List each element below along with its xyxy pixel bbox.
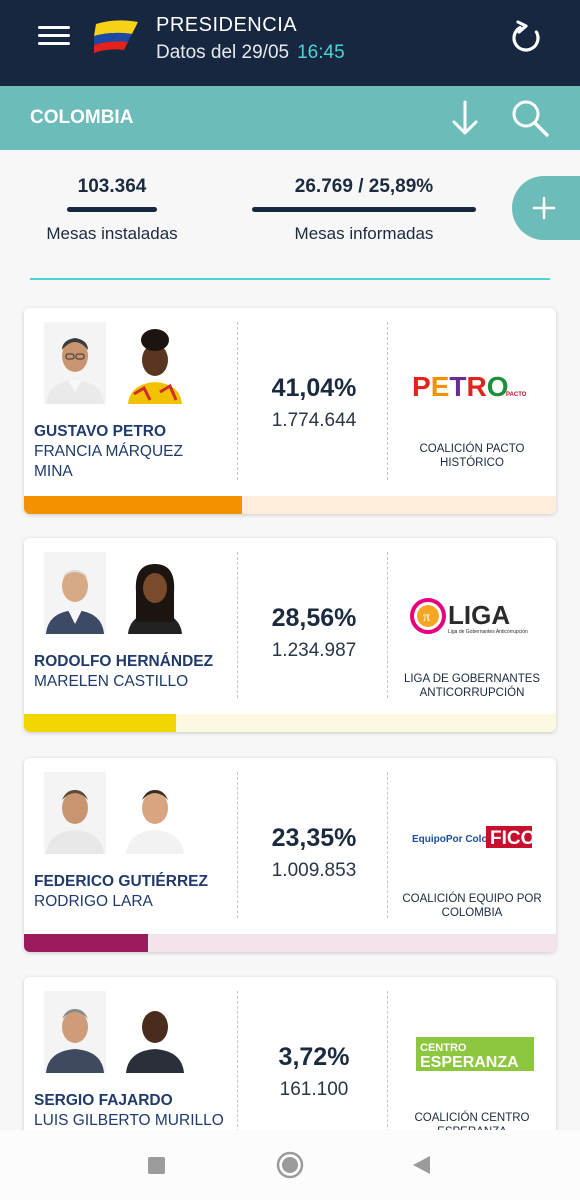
search-icon[interactable] <box>510 98 550 138</box>
installed-tables-value: 103.364 <box>77 176 147 197</box>
running-mate-photo <box>124 322 186 404</box>
vote-count: 1.234.987 <box>271 640 357 661</box>
candidate-card[interactable]: RODOLFO HERNÁNDEZ MARELEN CASTILLO 28,56… <box>24 538 556 732</box>
candidate-photo <box>44 552 106 634</box>
section-divider <box>30 278 550 280</box>
refresh-icon[interactable] <box>506 18 546 58</box>
candidate-names: FEDERICO GUTIÉRREZ RODRIGO LARA <box>34 872 234 912</box>
party-name-line: LIGA DE GOBERNANTES <box>403 673 541 685</box>
party-name-line: COALICIÓN CENTRO <box>414 1112 530 1124</box>
party-logo: PETRO PACTO <box>412 371 527 402</box>
party-name: LIGA DE GOBERNANTES ANTICORRUPCIÓN <box>396 672 548 700</box>
app-header: PRESIDENCIA Datos del 29/05 16:45 <box>0 0 580 86</box>
vote-share-fill <box>24 496 243 514</box>
party-name: COALICIÓN EQUIPO POR COLOMBIA <box>396 892 548 920</box>
candidate-card[interactable]: GUSTAVO PETRO FRANCIA MÁRQUEZ MINA 41,04… <box>24 308 556 514</box>
party-name: COALICIÓN PACTO HISTÓRICO <box>396 442 548 470</box>
candidate-photo <box>44 772 106 854</box>
party-logo-subtext: Liga de Gobernantes Anticorrupción <box>448 629 528 635</box>
party-name-line: COLOMBIA <box>441 907 503 919</box>
party-logo-text: ESPERANZA <box>420 1054 519 1071</box>
vote-count: 1.009.853 <box>271 860 357 881</box>
vote-count: 161.100 <box>279 1079 349 1100</box>
data-date: Datos del 29/05 <box>156 42 290 63</box>
party-logo-subtext: PACTO <box>506 392 527 398</box>
download-icon[interactable] <box>448 98 482 138</box>
column-separator <box>237 772 238 918</box>
back-button[interactable] <box>410 1154 432 1176</box>
party-logo-text: LIGA <box>448 600 510 630</box>
vote-share-bar <box>24 934 556 952</box>
running-mate-name: FRANCIA MÁRQUEZ <box>34 443 183 460</box>
candidate-card[interactable]: FEDERICO GUTIÉRREZ RODRIGO LARA 23,35% 1… <box>24 758 556 952</box>
svg-text:π: π <box>423 610 430 625</box>
party-name-line: COALICIÓN EQUIPO POR <box>402 893 542 905</box>
vote-share-fill <box>24 934 149 952</box>
party-logo-text: FICO <box>490 828 534 849</box>
party-logo-subtext: CENTRO <box>420 1042 467 1054</box>
vote-share-bar <box>24 714 556 732</box>
candidate-names: RODOLFO HERNÁNDEZ MARELEN CASTILLO <box>34 652 234 692</box>
candidate-name: SERGIO FAJARDO <box>34 1092 173 1109</box>
vote-share-bar <box>24 496 556 514</box>
running-mate-photo <box>124 552 186 634</box>
candidate-names: GUSTAVO PETRO FRANCIA MÁRQUEZ MINA <box>34 422 234 482</box>
home-button[interactable] <box>276 1151 304 1179</box>
region-bar: COLOMBIA <box>0 86 580 150</box>
running-mate-name: MARELEN CASTILLO <box>34 673 189 690</box>
party-logo: EquipoPor Colombia FICO <box>412 826 534 849</box>
party-name-line: COALICIÓN PACTO <box>419 443 525 455</box>
page-title: PRESIDENCIA <box>156 14 298 36</box>
system-navigation-bar <box>0 1130 580 1200</box>
vote-percentage: 23,35% <box>271 824 357 852</box>
party-logo: π LIGA Liga de Gobernantes Anticorrupció… <box>410 598 528 635</box>
candidate-name: GUSTAVO PETRO <box>34 423 167 440</box>
vote-count: 1.774.644 <box>271 410 357 431</box>
expand-button[interactable] <box>512 176 580 240</box>
candidate-names: SERGIO FAJARDO LUIS GILBERTO MURILLO <box>34 1091 234 1131</box>
running-mate-name: RODRIGO LARA <box>34 893 153 910</box>
installed-tables-underline <box>67 207 157 212</box>
menu-icon[interactable] <box>38 24 70 48</box>
running-mate-name: LUIS GILBERTO MURILLO <box>34 1112 224 1129</box>
vote-percentage: 28,56% <box>271 604 357 632</box>
plus-icon <box>532 196 556 220</box>
running-mate-photo <box>124 991 186 1073</box>
running-mate-photo <box>124 772 186 854</box>
vote-percentage: 41,04% <box>271 374 357 402</box>
candidate-name: FEDERICO GUTIÉRREZ <box>34 873 208 890</box>
colombia-flag-icon <box>94 20 138 53</box>
recent-apps-button[interactable] <box>148 1157 165 1174</box>
party-name-line: ANTICORRUPCIÓN <box>419 687 525 699</box>
column-separator <box>237 991 238 1137</box>
vote-share-fill <box>24 714 176 732</box>
reported-tables-value: 26.769 / 25,89% <box>294 176 434 197</box>
reported-tables-underline <box>252 207 476 212</box>
vote-percentage: 3,72% <box>278 1043 350 1071</box>
installed-tables-label: Mesas instaladas <box>46 224 178 243</box>
party-logo-text: PETRO <box>412 371 509 402</box>
column-separator <box>237 552 238 698</box>
candidate-photo <box>44 322 106 404</box>
running-mate-name-cont: MINA <box>34 463 73 480</box>
party-logo: CENTRO ESPERANZA <box>416 1037 534 1071</box>
party-name-line: HISTÓRICO <box>440 457 504 469</box>
data-timestamp: Datos del 29/05 16:45 <box>156 42 345 64</box>
column-separator <box>237 322 238 480</box>
candidate-photo <box>44 991 106 1073</box>
reported-tables-label: Mesas informadas <box>294 224 434 243</box>
region-selector[interactable]: COLOMBIA <box>30 107 133 129</box>
data-time: 16:45 <box>297 42 345 63</box>
candidate-name: RODOLFO HERNÁNDEZ <box>34 653 214 670</box>
